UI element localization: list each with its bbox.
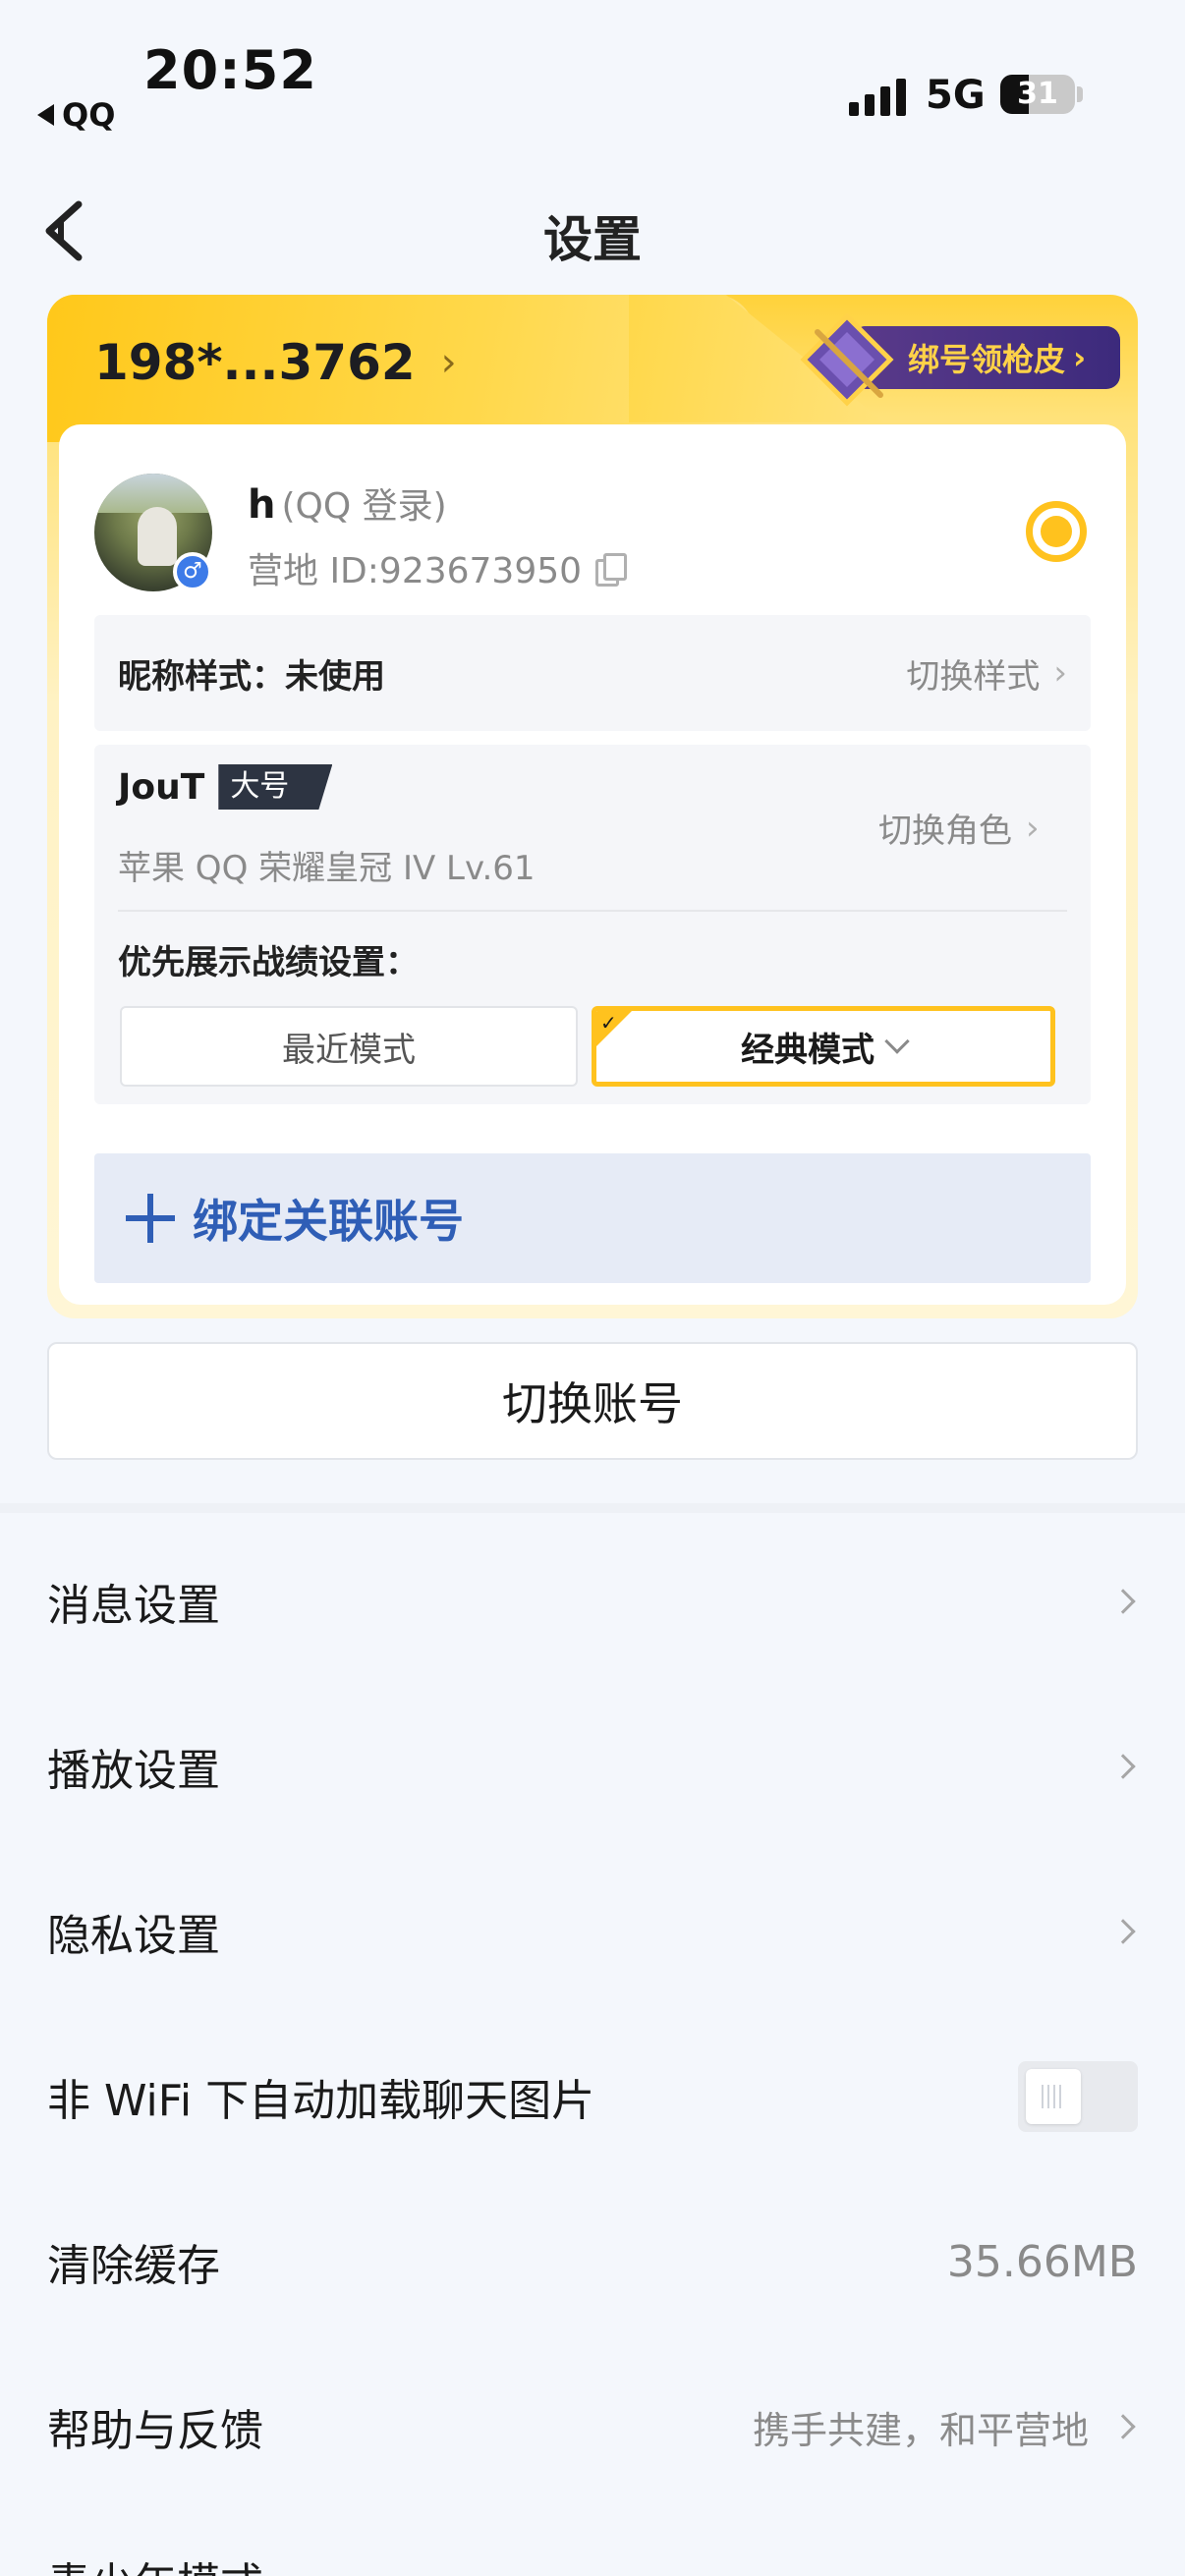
promo-label: 绑号领枪皮 bbox=[908, 341, 1066, 378]
nickname-style-row[interactable]: 昵称样式：未使用 切换样式 › bbox=[94, 615, 1091, 731]
nickname-text: h bbox=[248, 482, 276, 528]
chevron-right-icon bbox=[1110, 1919, 1136, 1944]
page-title: 设置 bbox=[543, 211, 642, 268]
switch-account-label: 切换账号 bbox=[502, 1377, 683, 1430]
bind-linked-account-label: 绑定关联账号 bbox=[193, 1195, 464, 1248]
user-nickname: h (QQ 登录) bbox=[248, 477, 447, 529]
menu-item-label: 隐私设置 bbox=[47, 1911, 220, 1961]
role-meta: 苹果 QQ 荣耀皇冠 IV Lv.61 bbox=[118, 849, 536, 888]
account-number-text: 198*...3762 bbox=[94, 334, 416, 391]
camp-id: 营地 ID:923673950 bbox=[248, 542, 628, 593]
priority-display-label: 优先展示战绩设置： bbox=[118, 943, 419, 982]
plus-icon bbox=[124, 1192, 177, 1245]
back-app-label: QQ bbox=[62, 96, 116, 134]
chevron-right-icon: › bbox=[1053, 653, 1067, 693]
chevron-right-icon: › bbox=[1026, 808, 1040, 848]
battery-tip bbox=[1077, 86, 1083, 102]
network-type: 5G bbox=[926, 73, 986, 118]
main-account-tag: 大号 bbox=[218, 764, 333, 810]
check-icon: ✓ bbox=[600, 1011, 617, 1035]
switch-role-label: 切换角色 bbox=[878, 812, 1012, 851]
menu-item-clear-cache[interactable]: 清除缓存 35.66MB bbox=[47, 2179, 1138, 2344]
chevron-right-icon bbox=[1110, 1589, 1136, 1614]
status-time: 20:52 bbox=[143, 39, 317, 101]
switch-style-label: 切换样式 bbox=[906, 656, 1041, 697]
section-divider bbox=[0, 1503, 1185, 1513]
promo-chevron-icon: › bbox=[1073, 339, 1087, 376]
bind-linked-account-button[interactable]: 绑定关联账号 bbox=[94, 1153, 1091, 1283]
back-triangle-icon bbox=[37, 104, 54, 126]
battery-icon: 31 bbox=[1000, 75, 1075, 114]
auto-load-toggle[interactable] bbox=[1018, 2061, 1138, 2132]
switch-account-button[interactable]: 切换账号 bbox=[47, 1342, 1138, 1460]
login-type: (QQ 登录) bbox=[281, 486, 447, 527]
menu-item-auto-load-images: 非 WiFi 下自动加载聊天图片 bbox=[47, 2014, 1138, 2179]
chevron-right-icon bbox=[1110, 2414, 1136, 2439]
nickname-style-label: 昵称样式：未使用 bbox=[118, 656, 385, 697]
male-gender-icon: ♂ bbox=[173, 552, 212, 591]
chevron-right-icon bbox=[1110, 1754, 1136, 1779]
gun-skin-gem-icon bbox=[800, 312, 894, 407]
role-name-row: JouT 大号 bbox=[118, 764, 333, 810]
chevron-right-icon: › bbox=[440, 340, 457, 385]
divider bbox=[118, 910, 1067, 912]
account-selected-radio[interactable] bbox=[1026, 501, 1087, 562]
menu-item-label: 清除缓存 bbox=[47, 2241, 220, 2291]
switch-role-button[interactable]: 切换角色 › bbox=[878, 804, 1040, 852]
cache-size: 35.66MB bbox=[946, 2236, 1138, 2287]
menu-item-label: 消息设置 bbox=[47, 1581, 220, 1631]
battery-level: 31 bbox=[1017, 77, 1058, 111]
help-hint: 携手共建，和平营地 bbox=[752, 2408, 1089, 2452]
copy-icon[interactable] bbox=[595, 553, 628, 587]
menu-item-label: 帮助与反馈 bbox=[47, 2406, 263, 2456]
menu-item-privacy-settings[interactable]: 隐私设置 bbox=[47, 1849, 1138, 2014]
signal-icon bbox=[849, 77, 910, 116]
menu-item-label: 播放设置 bbox=[47, 1746, 220, 1796]
menu-item-message-settings[interactable]: 消息设置 bbox=[47, 1519, 1138, 1684]
menu-item-help-feedback[interactable]: 帮助与反馈 携手共建，和平营地 bbox=[47, 2344, 1138, 2509]
bind-reward-promo[interactable]: 绑号领枪皮 › bbox=[798, 310, 1122, 407]
menu-item-playback-settings[interactable]: 播放设置 bbox=[47, 1684, 1138, 1849]
chevron-down-icon bbox=[884, 1029, 910, 1054]
menu-item-teen-mode[interactable]: 青少年模式 bbox=[47, 2548, 263, 2576]
classic-mode-label: 经典模式 bbox=[741, 1030, 875, 1070]
role-name: JouT bbox=[118, 766, 205, 808]
recent-mode-button[interactable]: 最近模式 bbox=[120, 1006, 578, 1087]
switch-style-button[interactable]: 切换样式 › bbox=[906, 649, 1067, 698]
menu-item-label: 非 WiFi 下自动加载聊天图片 bbox=[47, 2076, 595, 2126]
account-number[interactable]: 198*...3762 › bbox=[94, 334, 457, 391]
camp-id-text: 营地 ID:923673950 bbox=[248, 551, 583, 591]
classic-mode-button[interactable]: ✓ 经典模式 bbox=[592, 1006, 1055, 1087]
recent-mode-label: 最近模式 bbox=[282, 1030, 416, 1070]
back-to-app[interactable]: QQ bbox=[37, 96, 115, 134]
